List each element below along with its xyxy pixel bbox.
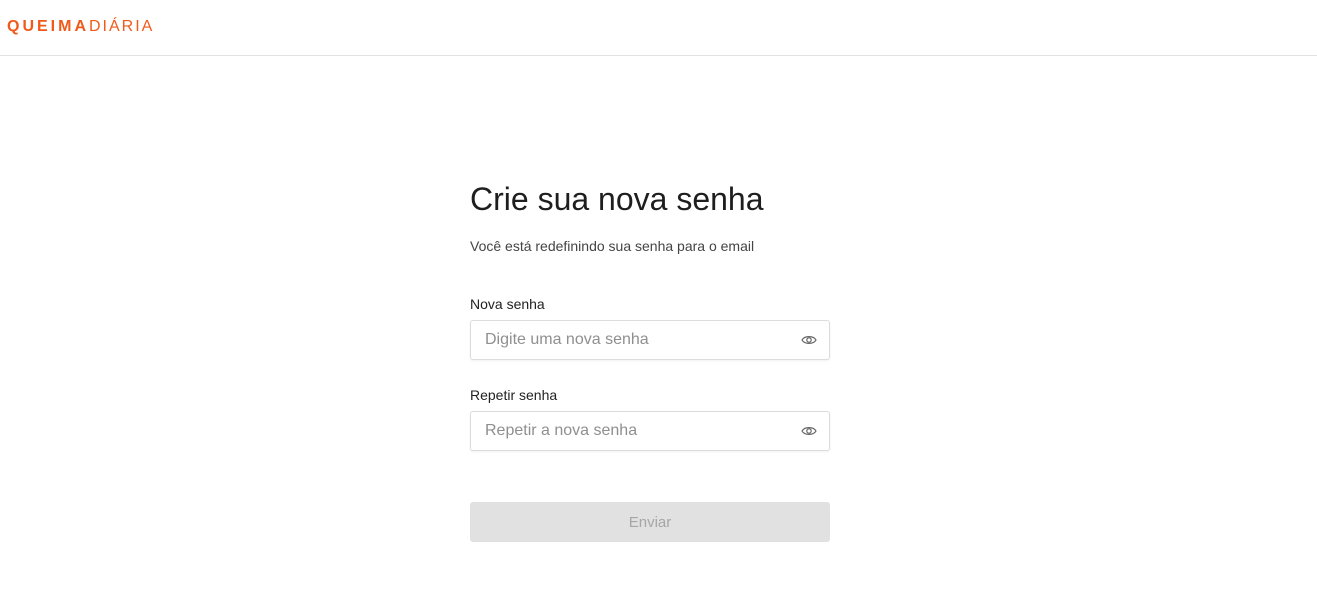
reset-password-form: Crie sua nova senha Você está redefinind… xyxy=(470,176,830,542)
repeat-password-field-wrapper xyxy=(470,411,830,451)
logo-bold-text: QUEIMA xyxy=(7,18,89,35)
submit-button[interactable]: Enviar xyxy=(470,502,830,542)
new-password-field-wrapper xyxy=(470,320,830,360)
logo-light-text: DIÁRIA xyxy=(89,18,155,35)
new-password-input[interactable] xyxy=(471,321,785,359)
eye-icon[interactable] xyxy=(801,424,817,438)
repeat-password-input[interactable] xyxy=(471,412,785,450)
page-title: Crie sua nova senha xyxy=(470,181,764,217)
top-bar: QUEIMADIÁRIA xyxy=(0,0,1317,56)
page-subtitle: Você está redefinindo sua senha para o e… xyxy=(470,238,755,254)
brand-logo[interactable]: QUEIMADIÁRIA xyxy=(7,17,154,37)
repeat-password-label: Repetir senha xyxy=(470,387,558,403)
eye-icon[interactable] xyxy=(801,333,817,347)
new-password-label: Nova senha xyxy=(470,296,545,312)
